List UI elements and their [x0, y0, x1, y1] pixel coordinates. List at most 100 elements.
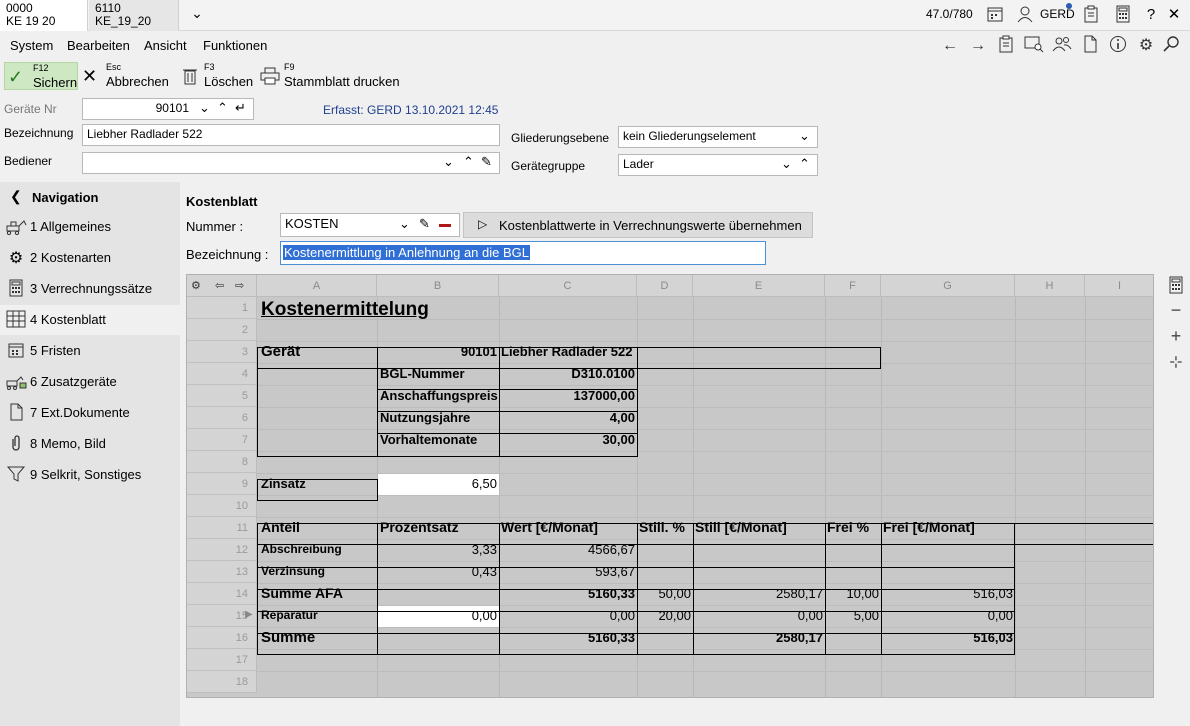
tab-bar: 0000 KE 19 20 6110 KE_19_20 ⌄ 47.0/780 G…	[0, 0, 1190, 31]
print-button[interactable]: F9 Stammblatt drucken	[258, 62, 408, 90]
help-icon[interactable]: ?	[1142, 5, 1160, 25]
gliederung-dropdown[interactable]: kein Gliederungselement ⌄	[618, 126, 818, 148]
row-header[interactable]: 2	[187, 319, 257, 341]
chevron-down-icon[interactable]: ⌄	[781, 156, 792, 172]
plus-icon[interactable]: +	[1166, 326, 1186, 347]
search-icon[interactable]	[1160, 35, 1184, 57]
minus-icon[interactable]: −	[1166, 300, 1186, 321]
tab-0000[interactable]: 0000 KE 19 20	[0, 0, 88, 31]
insert-row-icon[interactable]: ⊹	[1166, 352, 1186, 372]
navigation-title: Navigation	[32, 190, 99, 205]
sidebar-item-kostenblatt[interactable]: 4 Kostenblatt	[0, 305, 180, 335]
bediener-field[interactable]: ⌄ ⌃ ✎	[82, 152, 500, 174]
row-header[interactable]: 18	[187, 671, 257, 693]
sidebar-item-kostenarten[interactable]: ⚙ 2 Kostenarten	[0, 243, 180, 273]
menu-system[interactable]: System	[10, 38, 53, 53]
gliederung-label: Gliederungsebene	[511, 131, 610, 145]
geraete-nr-value: 90101	[155, 101, 189, 115]
arrow-right-icon[interactable]: ⇨	[235, 275, 244, 297]
chevron-down-icon[interactable]: ⌄	[799, 128, 810, 144]
gear-icon[interactable]: ⚙	[191, 275, 201, 297]
row-header[interactable]: 1	[187, 297, 257, 319]
kb-bezeichnung-field[interactable]: Kostenermittlung in Anlehnung an die BGL	[280, 241, 766, 265]
info-icon[interactable]	[1106, 35, 1130, 57]
zinsatz-value[interactable]: 6,50	[377, 473, 499, 495]
column-header[interactable]: H	[1015, 275, 1085, 297]
gear-icon[interactable]: ⚙	[1134, 35, 1158, 57]
save-button[interactable]: ✓ F12 Sichern	[4, 62, 78, 90]
chevron-up-icon[interactable]: ⌃	[463, 154, 474, 170]
clipboard-icon[interactable]	[1080, 5, 1102, 25]
row-header[interactable]: 7	[187, 429, 257, 451]
grid-line	[257, 671, 1153, 672]
sidebar-item-memo-bild[interactable]: 8 Memo, Bild	[0, 429, 180, 459]
row-header[interactable]: 6	[187, 407, 257, 429]
bezeichnung-field[interactable]: Liebher Radlader 522	[82, 124, 500, 146]
calendar-icon[interactable]	[984, 5, 1006, 25]
row-header[interactable]: 9	[187, 473, 257, 495]
users-icon[interactable]	[1050, 35, 1074, 57]
arrow-left-icon[interactable]: ⇦	[215, 275, 224, 297]
chevron-up-icon[interactable]: ⌃	[217, 100, 228, 116]
chevron-down-icon[interactable]: ⌄	[399, 216, 410, 232]
close-icon[interactable]: ✕	[1164, 5, 1184, 25]
sidebar-item-ext-dokumente[interactable]: 7 Ext.Dokumente	[0, 398, 180, 428]
tab-6110[interactable]: 6110 KE_19_20	[89, 0, 179, 31]
column-header[interactable]: A	[257, 275, 377, 297]
column-header[interactable]: C	[499, 275, 637, 297]
chevron-up-icon[interactable]: ⌃	[799, 156, 810, 172]
cancel-button[interactable]: ✕ Esc Abbrechen	[82, 62, 174, 90]
pencil-icon[interactable]: ✎	[419, 216, 430, 232]
chevron-down-icon[interactable]: ⌄	[199, 100, 210, 116]
calculator-icon[interactable]	[1166, 276, 1186, 299]
column-header[interactable]: F	[825, 275, 881, 297]
row-header[interactable]: 17	[187, 649, 257, 671]
row-header[interactable]: 3	[187, 341, 257, 363]
chevron-left-icon[interactable]: ❮	[10, 188, 22, 205]
sidebar-item-fristen[interactable]: 5 Fristen	[0, 336, 180, 366]
row-header[interactable]: 11	[187, 517, 257, 539]
column-header[interactable]: D	[637, 275, 693, 297]
sidebar-item-verrechnungssaetze[interactable]: 3 Verrechnungssätze	[0, 274, 180, 304]
calculator-icon[interactable]	[1112, 5, 1134, 25]
sidebar-item-allgemeines[interactable]: 1 Allgemeines	[0, 212, 180, 242]
clipboard-list-icon[interactable]	[994, 35, 1018, 57]
search-list-icon[interactable]	[1022, 35, 1046, 57]
summe-wert: 5160,33	[588, 630, 635, 645]
row-header[interactable]: 12	[187, 539, 257, 561]
grid-line	[257, 649, 1153, 650]
row-header[interactable]: 13	[187, 561, 257, 583]
user-icon[interactable]	[1014, 5, 1036, 25]
column-title-prozentsatz: Prozentsatz	[380, 519, 459, 535]
pencil-icon[interactable]: ✎	[481, 154, 492, 170]
sidebar-item-selkrit[interactable]: 9 Selkrit, Sonstiges	[0, 460, 180, 490]
delete-button[interactable]: F3 Löschen	[180, 62, 256, 90]
column-header[interactable]: E	[693, 275, 825, 297]
row-header[interactable]: 16	[187, 627, 257, 649]
menu-bearbeiten[interactable]: Bearbeiten	[67, 38, 130, 53]
sidebar-item-zusatzgeraete[interactable]: 6 Zusatzgeräte	[0, 367, 180, 397]
column-header[interactable]: G	[881, 275, 1015, 297]
menu-ansicht[interactable]: Ansicht	[144, 38, 187, 53]
column-header[interactable]: I	[1085, 275, 1153, 297]
chevron-down-icon[interactable]: ⌄	[186, 5, 208, 25]
geraetegruppe-dropdown[interactable]: Lader ⌄ ⌃	[618, 154, 818, 176]
apply-values-button[interactable]: ▷ Kostenblattwerte in Verrechnungswerte …	[463, 212, 813, 238]
row-header[interactable]: 8	[187, 451, 257, 473]
chevron-down-icon[interactable]: ⌄	[443, 154, 454, 170]
column-header[interactable]: B	[377, 275, 499, 297]
geraete-nr-field[interactable]: 90101 ⌄ ⌃ ↵	[82, 98, 254, 120]
row-header[interactable]: 10	[187, 495, 257, 517]
document-icon[interactable]	[1078, 35, 1102, 57]
enter-icon[interactable]: ↵	[235, 100, 246, 116]
nummer-field[interactable]: KOSTEN ⌄ ✎	[280, 213, 460, 237]
row-header[interactable]: 14	[187, 583, 257, 605]
arrow-left-icon[interactable]: ←	[938, 35, 962, 57]
arrow-right-icon[interactable]: →	[966, 35, 990, 57]
row-header[interactable]: 5	[187, 385, 257, 407]
row-header[interactable]: 4	[187, 363, 257, 385]
spreadsheet[interactable]: ⚙ ⇦ ⇨ A B C D E F G H I 1 2 3 4 5 6 7 8 …	[186, 274, 1154, 698]
minus-icon[interactable]	[439, 224, 451, 227]
reparatur-prozent[interactable]: 0,00	[377, 605, 499, 627]
menu-funktionen[interactable]: Funktionen	[203, 38, 267, 53]
